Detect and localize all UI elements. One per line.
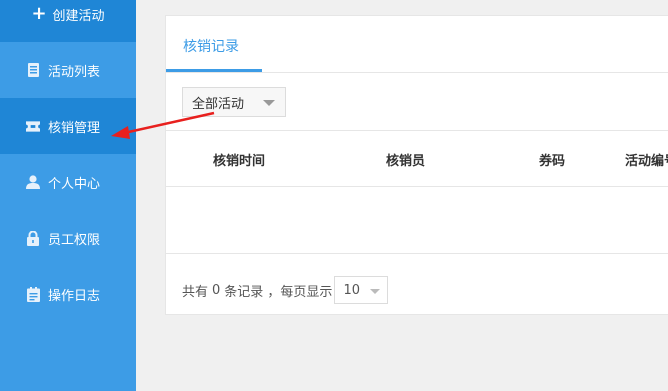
annotation-arrow: [111, 111, 215, 139]
